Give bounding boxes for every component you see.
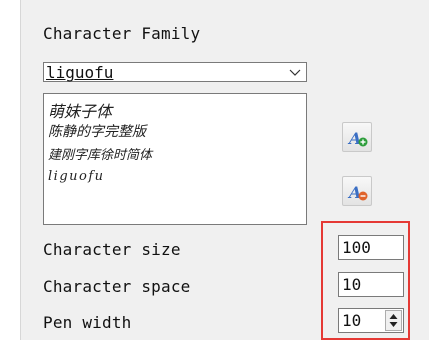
font-family-select[interactable]: liguofu (43, 62, 307, 82)
font-list-item[interactable]: 建刚字库徐时简体 (48, 144, 152, 163)
svg-text:A: A (347, 129, 361, 148)
character-family-heading: Character Family (43, 24, 201, 43)
pen-width-label: Pen width (43, 313, 132, 332)
remove-font-icon: A (347, 183, 368, 202)
chevron-down-icon (289, 69, 301, 76)
font-list-item[interactable]: liguofu (48, 169, 105, 184)
add-font-button[interactable]: A (342, 122, 372, 152)
font-list-item[interactable]: 萌妹子体 (48, 98, 112, 122)
font-list-item[interactable]: 陈静的字完整版 (48, 121, 146, 141)
remove-font-button[interactable]: A (342, 176, 372, 206)
font-family-select-value: liguofu (46, 63, 114, 82)
character-space-label: Character space (43, 277, 191, 296)
character-size-label: Character size (43, 240, 181, 259)
svg-text:A: A (347, 183, 361, 202)
add-font-icon: A (347, 129, 368, 148)
font-family-list[interactable]: 萌妹子体 陈静的字完整版 建刚字库徐时简体 liguofu (43, 93, 307, 225)
highlight-box (321, 221, 410, 340)
